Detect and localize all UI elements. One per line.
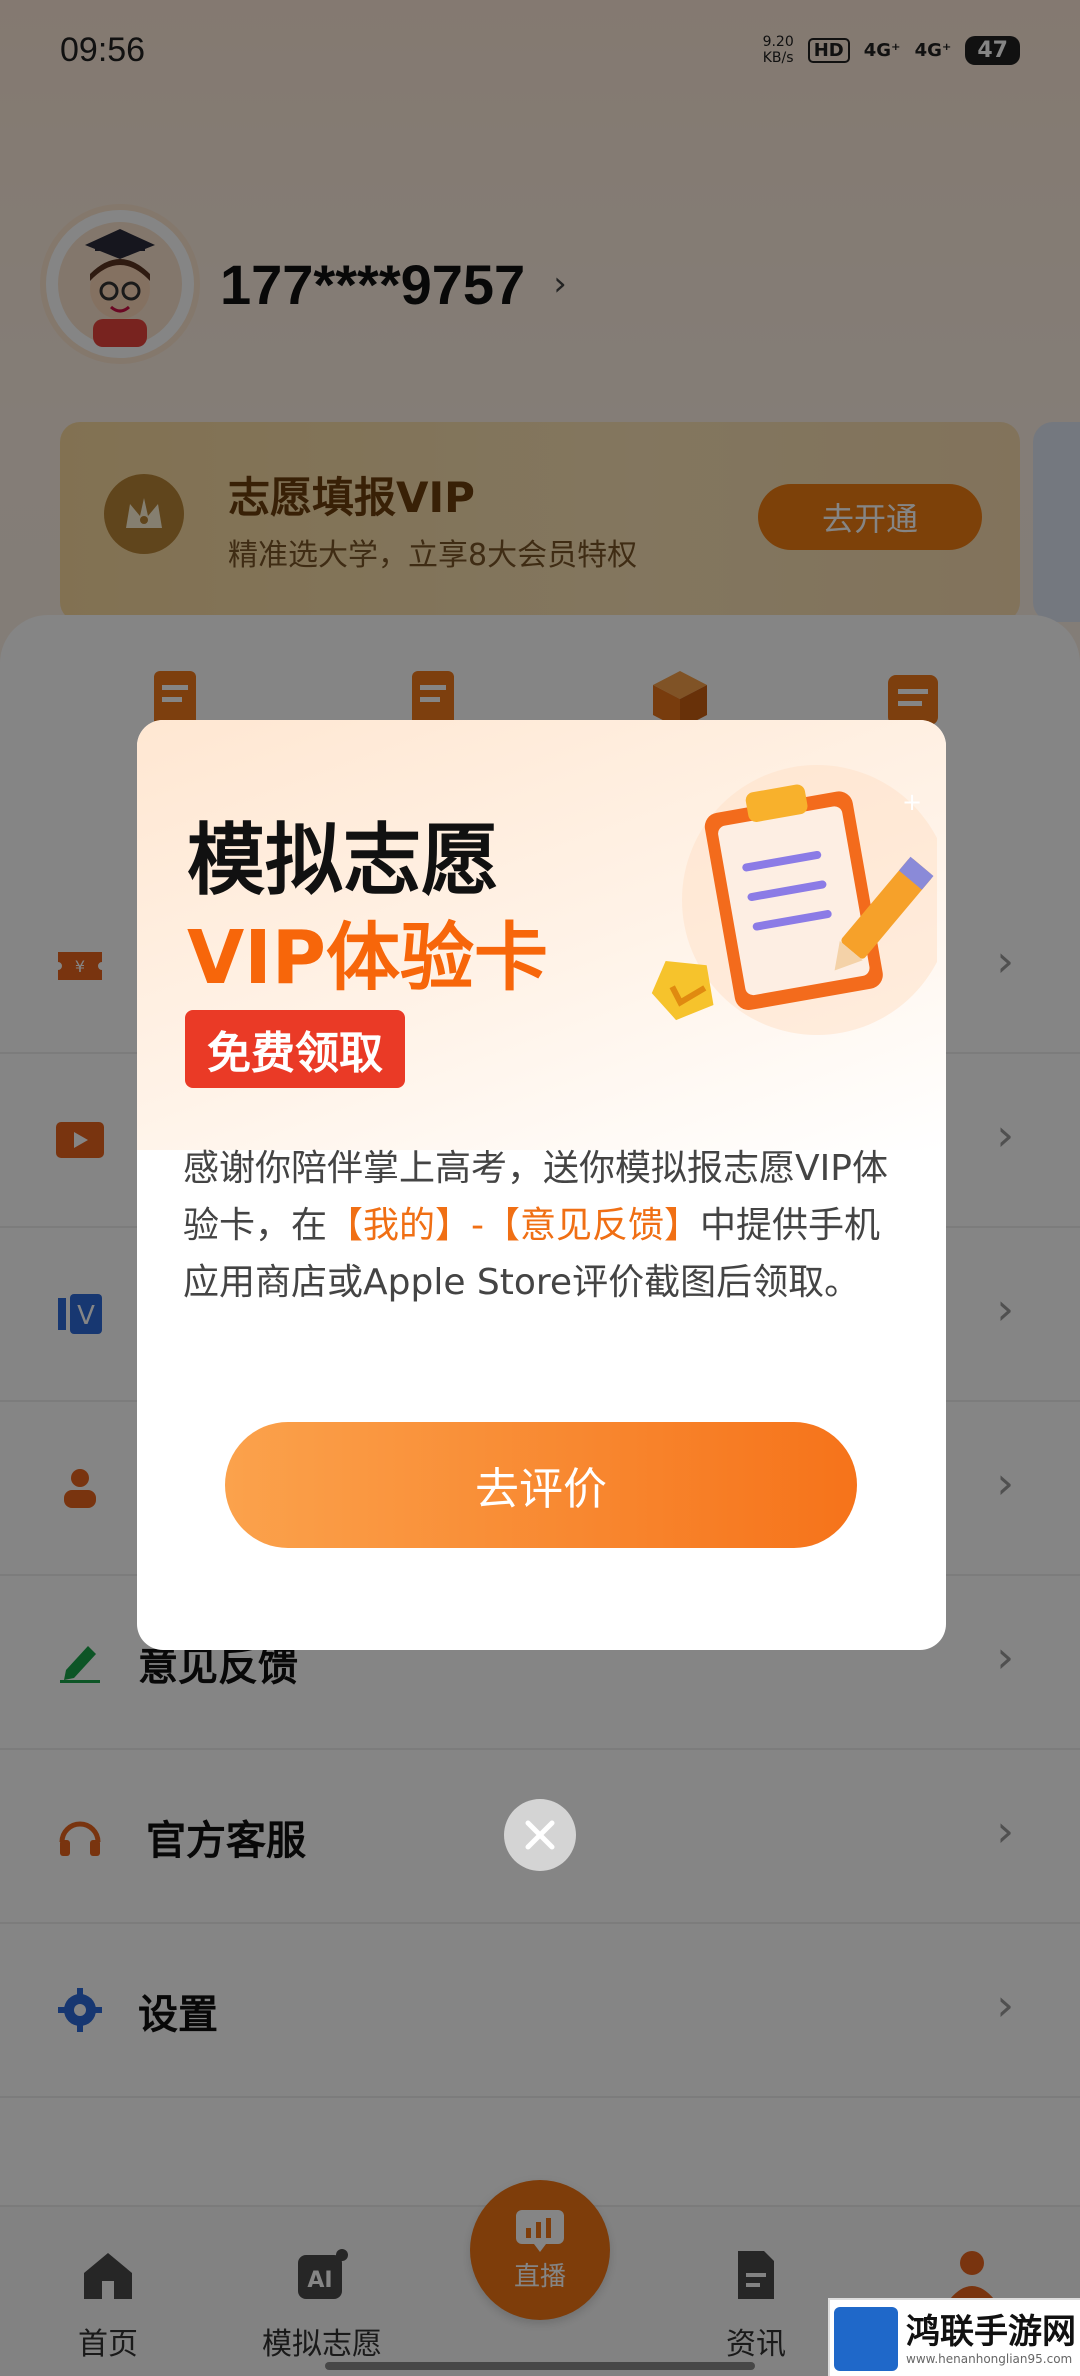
- svg-text:+: +: [902, 788, 922, 816]
- watermark-logo-icon: [834, 2307, 898, 2371]
- close-icon: [525, 1820, 555, 1850]
- clipboard-pencil-illustration: +: [647, 760, 946, 1040]
- vip-trial-modal: + 模拟志愿 VIP体验卡 免费领取 感谢你陪伴掌上高考，送你模拟报志愿VIP体…: [137, 720, 946, 1650]
- app-screen: 09:56 9.20 KB/s HD 4G⁺ 4G⁺ 47 177****975…: [0, 0, 1080, 2376]
- modal-description: 感谢你陪伴掌上高考，送你模拟报志愿VIP体验卡，在【我的】-【意见反馈】中提供手…: [183, 1140, 903, 1311]
- modal-title-line1: 模拟志愿: [187, 816, 500, 906]
- watermark-text: 鸿联手游网 www.henanhonglian95.com: [906, 2312, 1076, 2366]
- modal-title-line2: VIP体验卡: [187, 915, 549, 1001]
- watermark-title: 鸿联手游网: [906, 2312, 1076, 2352]
- modal-description-highlight: 【我的】-【意见反馈】: [327, 1205, 701, 1246]
- site-watermark: 鸿联手游网 www.henanhonglian95.com: [828, 2298, 1080, 2376]
- rate-button[interactable]: 去评价: [225, 1422, 857, 1548]
- watermark-url: www.henanhonglian95.com: [906, 2352, 1073, 2366]
- free-claim-badge: 免费领取: [185, 1010, 405, 1088]
- close-modal-button[interactable]: [504, 1799, 576, 1871]
